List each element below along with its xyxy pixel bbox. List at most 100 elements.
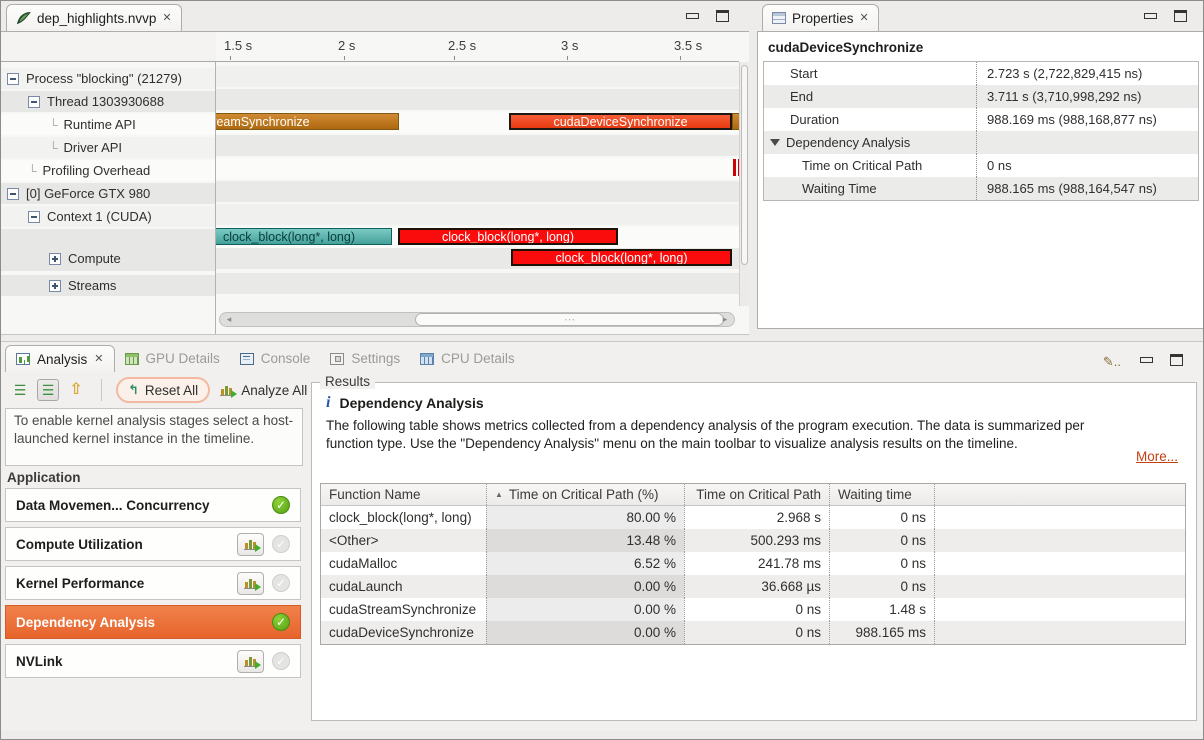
tab-dep-highlights[interactable]: dep_highlights.nvvp (6, 4, 182, 31)
analysis-panel: AnalysisGPU DetailsConsoleSettings CPU De… (1, 341, 1204, 731)
column-header-label: Time on Critical Path (696, 487, 821, 502)
table-row[interactable]: cudaLaunch0.00 %36.668 µs0 ns (321, 575, 1185, 598)
expanded-arrow-icon[interactable] (770, 139, 780, 146)
tree-item-0-geforce-gtx-980[interactable]: [0] GeForce GTX 980 (1, 183, 216, 204)
table-row[interactable]: cudaDeviceSynchronize0.00 %0 ns988.165 m… (321, 621, 1185, 644)
more-link[interactable]: More... (1136, 449, 1178, 464)
run-analysis-button[interactable] (237, 572, 264, 595)
table-cell-text: 0 ns (795, 602, 821, 617)
properties-table-icon (772, 12, 786, 24)
column-header-0[interactable]: Function Name (321, 484, 486, 505)
table-row[interactable]: cudaStreamSynchronize0.00 %0 ns1.48 s (321, 598, 1185, 621)
timeline-bar[interactable]: cudaStreamSynchronize (216, 113, 399, 130)
expand-icon[interactable] (49, 253, 61, 265)
minimize-icon[interactable] (1143, 10, 1156, 20)
tab-cpu-details[interactable]: CPU Details (410, 345, 525, 372)
scroll-left-icon[interactable] (222, 313, 236, 326)
tree-item-label: Compute (68, 251, 121, 266)
property-value: 0 ns (976, 154, 1198, 177)
tree-item-label: Thread 1303930688 (47, 94, 164, 109)
maximize-icon[interactable] (1170, 354, 1183, 366)
timeline-row-stripe (216, 181, 739, 202)
stage-card-controls (237, 650, 290, 673)
stage-card-data-movemen-concurrency[interactable]: Data Movemen... Concurrency (5, 488, 301, 522)
tree-leaf-icon (49, 141, 58, 155)
table-cell: 0.00 % (486, 575, 684, 598)
stage-card-compute-utilization[interactable]: Compute Utilization (5, 527, 301, 561)
timeline-bar[interactable]: clock_block(long*, long) (398, 228, 618, 245)
scroll-right-icon[interactable] (718, 313, 732, 326)
table-cell-text: cudaStreamSynchronize (329, 602, 476, 617)
run-analysis-button[interactable] (237, 533, 264, 556)
tree-item-driver-api[interactable]: Driver API (1, 137, 216, 158)
stage-card-dependency-analysis[interactable]: Dependency Analysis (5, 605, 301, 639)
table-row[interactable]: <Other>13.48 %500.293 ms0 ns (321, 529, 1185, 552)
table-row[interactable]: clock_block(long*, long)80.00 %2.968 s0 … (321, 506, 1185, 529)
timeline-horizontal-scrollbar[interactable] (219, 312, 735, 327)
tab-properties[interactable]: Properties (762, 4, 879, 31)
ruler-tick-label: 2.5 s (448, 38, 476, 53)
expand-icon[interactable] (49, 280, 61, 292)
unguided-analysis-icon[interactable] (37, 379, 59, 401)
table-cell-text: 36.668 µs (761, 579, 821, 594)
timeline-bar[interactable]: clock_block(long*, long) (511, 249, 732, 266)
timeline-bar[interactable]: clock_block(long*, long) (216, 228, 392, 245)
close-icon[interactable] (860, 13, 869, 24)
timeline-ruler[interactable]: 1.5 s2 s2.5 s3 s3.5 s (216, 32, 739, 62)
collapse-icon[interactable] (28, 211, 40, 223)
tab-console[interactable]: Console (230, 345, 321, 372)
tree-item-streams[interactable]: Streams (1, 275, 216, 296)
table-cell: 0 ns (829, 575, 934, 598)
scrollbar-thumb[interactable] (415, 313, 723, 326)
close-icon[interactable] (94, 354, 103, 365)
minimize-icon[interactable] (685, 10, 698, 20)
table-row[interactable]: cudaMalloc6.52 %241.78 ms0 ns (321, 552, 1185, 575)
tree-item-process-blocking-21279[interactable]: Process "blocking" (21279) (1, 68, 216, 89)
stage-card-label: Compute Utilization (16, 537, 143, 552)
analyze-chart-icon (220, 384, 234, 396)
bottom-tabbar: AnalysisGPU DetailsConsoleSettings CPU De… (1, 342, 1204, 372)
tree-item-profiling-overhead[interactable]: Profiling Overhead (1, 160, 216, 181)
collapse-icon[interactable] (7, 73, 19, 85)
collapse-icon[interactable] (28, 96, 40, 108)
editor-window-buttons (685, 10, 729, 22)
tab-analysis[interactable]: Analysis (5, 345, 115, 372)
analyze-all-label: Analyze All (241, 383, 307, 398)
tab-settings[interactable]: Settings (320, 345, 410, 372)
run-analysis-button[interactable] (237, 650, 264, 673)
property-row: End3.711 s (3,710,998,292 ns) (764, 85, 1198, 108)
stage-card-kernel-performance[interactable]: Kernel Performance (5, 566, 301, 600)
tree-item-context-1-cuda[interactable]: Context 1 (CUDA) (1, 206, 216, 227)
status-done-icon (272, 496, 290, 514)
up-arrow-icon[interactable] (65, 379, 87, 401)
maximize-icon[interactable] (1174, 10, 1187, 22)
profiling-overhead-marker[interactable] (733, 159, 736, 176)
reset-all-button[interactable]: Reset All (116, 377, 210, 403)
view-menu-icon[interactable] (1103, 354, 1121, 370)
tree-item-thread-1303930688[interactable]: Thread 1303930688 (1, 91, 216, 112)
table-cell-text: clock_block(long*, long) (329, 510, 472, 525)
timeline-canvas[interactable]: cudaStreamSynchronize cudaDeviceSynchroni… (216, 62, 739, 306)
nvvp-file-icon (16, 11, 31, 25)
column-header-3[interactable]: Waiting time (829, 484, 934, 505)
tab-label: CPU Details (441, 351, 515, 366)
minimize-icon[interactable] (1139, 354, 1152, 364)
property-row: Time on Critical Path0 ns (764, 154, 1198, 177)
tab-gpu-details[interactable]: GPU Details (115, 345, 230, 372)
tree-item-runtime-api[interactable]: Runtime API (1, 114, 216, 135)
column-header-1[interactable]: Time on Critical Path (%) (486, 484, 684, 505)
table-cell: 0.00 % (486, 621, 684, 644)
analyze-all-button[interactable]: Analyze All (216, 380, 311, 401)
timeline-bar[interactable]: cudaDeviceSynchronize (509, 113, 732, 130)
collapse-icon[interactable] (7, 188, 19, 200)
guided-analysis-icon[interactable] (9, 379, 31, 401)
stage-card-nvlink[interactable]: NVLink (5, 644, 301, 678)
column-header-2[interactable]: Time on Critical Path (684, 484, 829, 505)
stage-card-label: Data Movemen... Concurrency (16, 498, 210, 513)
close-icon[interactable] (162, 13, 171, 24)
timeline-bar[interactable] (732, 113, 739, 130)
timeline-vertical-scrollbar[interactable] (739, 62, 749, 306)
scrollbar-thumb[interactable] (741, 65, 748, 265)
maximize-icon[interactable] (716, 10, 729, 22)
results-description: The following table shows metrics collec… (312, 415, 1196, 457)
